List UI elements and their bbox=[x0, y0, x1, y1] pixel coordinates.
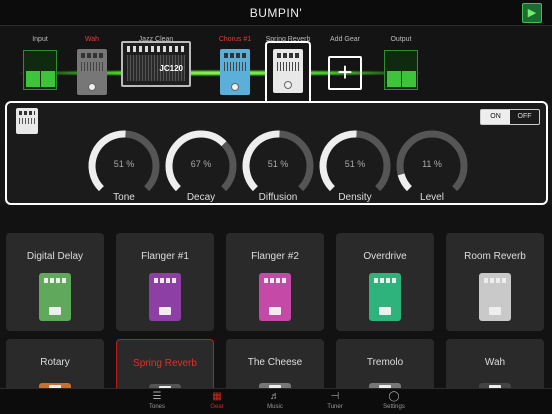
tab-settings[interactable]: ◯ Settings bbox=[374, 391, 414, 410]
gear-tile-label: Spring Reverb bbox=[133, 358, 197, 369]
gear-tile-flanger-2[interactable]: Flanger #2 bbox=[226, 233, 324, 331]
knob-value: 51 % bbox=[267, 159, 289, 169]
gear-tile-label: Tremolo bbox=[366, 357, 404, 368]
gear-tile-label: Rotary bbox=[40, 357, 70, 368]
top-bar: BUMPIN' ▶ bbox=[0, 0, 552, 26]
on-off-toggle[interactable]: ON OFF bbox=[480, 109, 540, 125]
chain-node-label: Spring Reverb bbox=[265, 36, 311, 43]
tone-title[interactable]: BUMPIN' bbox=[0, 6, 552, 20]
jack-icon bbox=[384, 50, 418, 90]
tab-label: Gear bbox=[210, 404, 224, 410]
knob-decay[interactable]: 67 % Decay bbox=[164, 129, 238, 203]
tab-tuner[interactable]: ⊣ Tuner bbox=[315, 391, 355, 410]
chain-node-add-gear[interactable]: Add Gear + bbox=[315, 36, 375, 96]
chain-node-output[interactable]: Output bbox=[371, 36, 431, 96]
gear-tile-label: Flanger #2 bbox=[251, 251, 299, 262]
pedal-icon bbox=[479, 273, 511, 321]
amp-icon: JC120 bbox=[121, 41, 191, 87]
gear-tile-label: The Cheese bbox=[247, 357, 303, 368]
gear-tile-overdrive[interactable]: Overdrive bbox=[336, 233, 434, 331]
knob-level[interactable]: 11 % Level bbox=[395, 129, 469, 203]
tab-label: Tuner bbox=[327, 404, 343, 410]
toggle-off[interactable]: OFF bbox=[510, 110, 539, 124]
chain-node-label: Chorus #1 bbox=[218, 36, 252, 43]
toggle-on[interactable]: ON bbox=[481, 110, 510, 124]
pedal-icon bbox=[220, 49, 250, 95]
gear-tile-digital-delay[interactable]: Digital Delay bbox=[6, 233, 104, 331]
tuner-icon: ⊣ bbox=[330, 391, 340, 402]
pedal-icon bbox=[149, 273, 181, 321]
amp-icon: ▦ bbox=[212, 391, 222, 402]
pedal-icon bbox=[273, 49, 303, 93]
chain-node-chorus-1[interactable]: Chorus #1 bbox=[205, 36, 265, 96]
jack-icon bbox=[23, 50, 57, 90]
gear-tile-label: Flanger #1 bbox=[141, 251, 189, 262]
gear-tile-label: Wah bbox=[484, 357, 506, 368]
music-icon: ♬ bbox=[270, 391, 280, 402]
speaker-icon[interactable]: ▶ bbox=[522, 3, 542, 23]
gear-tile-room-reverb[interactable]: Room Reverb bbox=[446, 233, 544, 331]
gear-tile-label: Digital Delay bbox=[26, 251, 84, 262]
tab-tones[interactable]: ☰ Tones bbox=[137, 391, 177, 410]
chain-node-jazz-clean[interactable]: Jazz Clean JC120 bbox=[121, 36, 191, 96]
chain-node-label: Add Gear bbox=[330, 36, 360, 43]
gear-tile-label: Room Reverb bbox=[464, 251, 526, 262]
spring-reverb-pedal-icon bbox=[16, 108, 38, 134]
tab-label: Music bbox=[267, 404, 283, 410]
pedal-icon bbox=[369, 273, 401, 321]
add-gear-icon: + bbox=[328, 56, 362, 90]
chain-node-label: Wah bbox=[84, 36, 100, 43]
knob-label: Decay bbox=[186, 192, 216, 203]
gear-tile-label: Overdrive bbox=[363, 251, 407, 262]
knob-label: Density bbox=[338, 192, 372, 203]
knob-label: Level bbox=[420, 192, 444, 203]
knob-label: Diffusion bbox=[258, 192, 298, 203]
app-window: BUMPIN' ▶ Input Wah Jazz Clean JC120 Chorus … bbox=[0, 0, 552, 414]
chain-node-label: Input bbox=[32, 36, 48, 43]
effect-settings-panel: ON OFF 51 % Tone 67 % Decay 51 % Diffusion 51 … bbox=[5, 101, 548, 205]
amp-name: JC120 bbox=[159, 64, 183, 73]
tab-label: Settings bbox=[383, 404, 405, 410]
knob-diffusion[interactable]: 51 % Diffusion bbox=[241, 129, 315, 203]
knob-value: 11 % bbox=[422, 159, 442, 169]
gear-grid: Digital Delay Flanger #1 Flanger #2 Overdri… bbox=[0, 205, 552, 400]
knob-value: 51 % bbox=[344, 159, 366, 169]
knob-fill bbox=[397, 173, 412, 192]
chain-node-label: Output bbox=[390, 36, 412, 43]
gear-tile-flanger-1[interactable]: Flanger #1 bbox=[116, 233, 214, 331]
pedal-icon bbox=[77, 49, 107, 95]
knob-tone[interactable]: 51 % Tone bbox=[87, 129, 161, 203]
tab-gear[interactable]: ▦ Gear bbox=[197, 391, 237, 410]
tab-bar: ☰ Tones ▦ Gear ♬ Music ⊣ Tuner ◯ Settings bbox=[0, 388, 552, 414]
knob-density[interactable]: 51 % Density bbox=[318, 129, 392, 203]
list-icon: ☰ bbox=[152, 391, 162, 402]
tab-label: Tones bbox=[148, 404, 165, 410]
pedal-icon bbox=[39, 273, 71, 321]
knob-value: 67 % bbox=[190, 159, 212, 169]
chain-node-wah[interactable]: Wah bbox=[62, 36, 122, 96]
knob-value: 51 % bbox=[113, 159, 135, 169]
pedal-icon bbox=[259, 273, 291, 321]
knob-label: Tone bbox=[113, 192, 135, 203]
chain-node-input[interactable]: Input bbox=[10, 36, 70, 96]
tab-music[interactable]: ♬ Music bbox=[255, 391, 295, 410]
chain-node-spring-reverb[interactable]: Spring Reverb bbox=[258, 36, 318, 96]
gamepad-icon: ◯ bbox=[388, 391, 400, 402]
